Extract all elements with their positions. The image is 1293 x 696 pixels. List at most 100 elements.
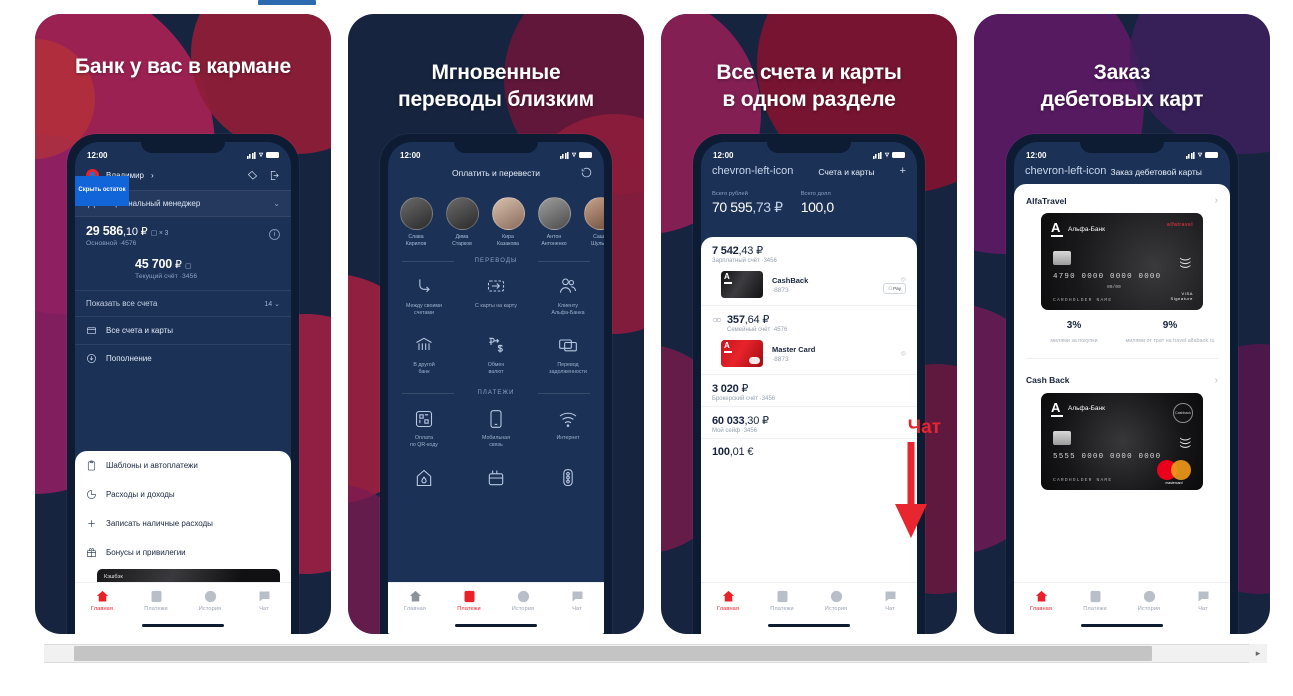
grid-item[interactable]: В другой банк bbox=[388, 325, 460, 384]
more-icon[interactable]: ◎ bbox=[883, 276, 906, 283]
account-row[interactable]: 7 542,43 ₽ Зарплатный счёт ·3456 bbox=[701, 237, 917, 268]
chevron-right-icon[interactable]: › bbox=[1215, 195, 1218, 206]
scrollbar-thumb[interactable] bbox=[74, 646, 1152, 661]
phone-screen[interactable]: 12:00 ▿ chevron-left-icon Заказ дебетово… bbox=[1014, 142, 1230, 634]
grid-item-label: В другой банк bbox=[413, 361, 435, 375]
back-button[interactable]: chevron-left-icon bbox=[1025, 166, 1106, 177]
more-icon[interactable]: ◎ bbox=[901, 350, 906, 357]
menu-item-bonuses[interactable]: Бонусы и привилегии bbox=[75, 538, 291, 567]
account-amount: 60 033,30 ₽ bbox=[712, 415, 769, 427]
tab-history[interactable]: История bbox=[1127, 589, 1171, 612]
grid-item[interactable] bbox=[388, 457, 460, 491]
grid-item[interactable] bbox=[532, 457, 604, 491]
account-row[interactable]: 357,64 ₽ Семейный счёт ·4576 bbox=[701, 305, 917, 337]
grid-item[interactable] bbox=[460, 457, 532, 491]
phone-screen[interactable]: 12:00 ▿ chevron-left-icon Счета и карты … bbox=[701, 142, 917, 634]
app-screenshot-4[interactable]: Заказ дебетовых карт 12:00 ▿ chevron-lef… bbox=[974, 14, 1270, 634]
history-circle-icon[interactable] bbox=[580, 166, 593, 179]
account-subtitle: Брокерский счёт ·3456 bbox=[712, 396, 776, 402]
add-account-button[interactable]: + bbox=[900, 166, 906, 177]
grid-item[interactable]: Оплата по QR-коду bbox=[388, 398, 460, 457]
contact-item[interactable]: Слава Кирилов bbox=[396, 197, 436, 248]
contact-name: Антон Антоненко bbox=[541, 234, 567, 247]
app-header: chevron-left-icon Заказ дебетовой карты bbox=[1014, 164, 1230, 185]
card-group-header[interactable]: Cash Back › bbox=[1014, 359, 1230, 393]
app-screenshot-1[interactable]: Банк у вас в кармане 12:00 ▿ 👤 Вл bbox=[35, 14, 331, 634]
tab-payments[interactable]: Платежи bbox=[1073, 589, 1117, 612]
hide-balance-button[interactable]: Скрыть остаток bbox=[75, 176, 129, 206]
payments-grid[interactable]: Оплата по QR-коду Мобильная связь Интернет bbox=[388, 398, 604, 491]
tab-history[interactable]: История bbox=[501, 589, 545, 612]
screenshot-gallery[interactable]: Банк у вас в кармане 12:00 ▿ 👤 Вл bbox=[0, 14, 1293, 636]
home-icon bbox=[1035, 590, 1047, 602]
tab-payments[interactable]: Платежи bbox=[447, 589, 491, 612]
contact-item[interactable]: Кира Казакова bbox=[488, 197, 528, 248]
grid-item[interactable]: Обмен валют bbox=[460, 325, 532, 384]
screen-title: Заказ дебетовой карты bbox=[1110, 166, 1202, 177]
account-primary[interactable]: 29 586,10 ₽ ▢ × 3 Основной ·4576 i bbox=[75, 217, 291, 252]
status-icons: ▿ bbox=[872, 150, 905, 159]
app-screenshot-3[interactable]: Все счета и карты в одном разделе 12:00 … bbox=[661, 14, 957, 634]
card-group-header[interactable]: AlfaTravel › bbox=[1014, 184, 1230, 213]
account-row[interactable]: 3 020 ₽ Брокерский счёт ·3456 bbox=[701, 374, 917, 406]
account-secondary[interactable]: 45 700 ₽ ▢ Текущий счёт ·3456 bbox=[75, 252, 291, 286]
chevron-down-icon[interactable]: ⌄ bbox=[273, 199, 280, 208]
show-all-accounts-row[interactable]: Показать все счета 14 ⌄ bbox=[75, 290, 291, 316]
contact-item[interactable]: Дима Старков bbox=[442, 197, 482, 248]
phone-screen[interactable]: 12:00 ▿ Оплатить и перевести Слава Кирил… bbox=[388, 142, 604, 634]
wifi-icon: ▿ bbox=[884, 150, 889, 159]
grid-item[interactable]: С карты на карту bbox=[460, 266, 532, 325]
perk-item: 9% милями от трат на travel.alfabank.ru bbox=[1122, 320, 1218, 346]
transfers-grid[interactable]: Между своими счетами С карты на карту Кли… bbox=[388, 266, 604, 385]
contact-item[interactable]: Антон Антоненко bbox=[534, 197, 574, 248]
tab-chat[interactable]: Чат bbox=[555, 589, 599, 612]
grid-item[interactable]: Клиенту Альфа-Банка bbox=[532, 266, 604, 325]
logout-icon[interactable] bbox=[269, 170, 280, 181]
tab-chat[interactable]: Чат bbox=[1181, 589, 1225, 612]
card-row[interactable]: A CashBack ·8873 ◎  Pay bbox=[701, 268, 917, 305]
menu-item-expenses[interactable]: Расходы и доходы bbox=[75, 480, 291, 509]
grid-item[interactable]: Перевод задолженности bbox=[532, 325, 604, 384]
scroll-right-button[interactable]: ▸ bbox=[1249, 644, 1267, 663]
wallet-icon bbox=[87, 327, 96, 335]
grid-item[interactable]: Между своими счетами bbox=[388, 266, 460, 325]
tab-home[interactable]: Главная bbox=[393, 589, 437, 612]
contact-name: Кира Казакова bbox=[497, 234, 519, 247]
card-chip-icon bbox=[1053, 430, 1071, 445]
menu-item-cash-expense[interactable]: Записать наличные расходы bbox=[75, 509, 291, 538]
info-icon[interactable]: i bbox=[269, 229, 280, 240]
account-row[interactable]: 100,01 € bbox=[701, 438, 917, 462]
grid-item[interactable]: Интернет bbox=[532, 398, 604, 457]
card-number: 5555 0000 0000 0000 bbox=[1053, 452, 1162, 461]
menu-item-label: Расходы и доходы bbox=[106, 490, 175, 499]
card-row[interactable]: A Master Card ·8873 ◎ bbox=[701, 337, 917, 374]
contact-item[interactable]: СашаШульга bbox=[580, 197, 604, 248]
tab-history[interactable]: История bbox=[814, 589, 858, 612]
tab-chat[interactable]: Чат bbox=[242, 589, 286, 612]
card-preview-alfatravel[interactable]: A Альфа-Банк alfatravel ))) 4790 0000 000… bbox=[1041, 213, 1203, 310]
menu-item-all-accounts[interactable]: Все счета и карты bbox=[75, 316, 291, 344]
card-preview-cashback[interactable]: A Альфа-Банк Cashback ))) 5555 0000 0000 … bbox=[1041, 392, 1203, 490]
chevron-right-icon[interactable]: › bbox=[1215, 375, 1218, 386]
card-order-sheet[interactable]: AlfaTravel › A Альфа-Банк alfatravel ))) … bbox=[1014, 184, 1230, 634]
tab-payments[interactable]: Платежи bbox=[134, 589, 178, 612]
grid-item[interactable]: Мобильная связь bbox=[460, 398, 532, 457]
alfa-logo-icon: A bbox=[724, 273, 732, 284]
tab-home[interactable]: Главная bbox=[1019, 589, 1063, 612]
tab-history[interactable]: История bbox=[188, 589, 232, 612]
phone-screen[interactable]: 12:00 ▿ 👤 Владимир › bbox=[75, 142, 291, 634]
app-screenshot-2[interactable]: Мгновенные переводы близким 12:00 ▿ Опла… bbox=[348, 14, 644, 634]
contacts-list[interactable]: СлаваКирилов ДимаСтарков КираКазакова bbox=[388, 187, 604, 252]
accounts-sheet[interactable]: 7 542,43 ₽ Зарплатный счёт ·3456 A CashB… bbox=[701, 237, 917, 634]
back-button[interactable]: chevron-left-icon bbox=[712, 166, 793, 177]
tab-home[interactable]: Главная bbox=[80, 589, 124, 612]
horizontal-scrollbar[interactable] bbox=[44, 644, 1249, 663]
tab-chat[interactable]: Чат bbox=[868, 589, 912, 612]
account-row[interactable]: 60 033,30 ₽ Мой сейф ·3456 bbox=[701, 406, 917, 438]
page-title-line1: Мгновенные bbox=[431, 61, 561, 84]
menu-item-templates[interactable]: Шаблоны и автоплатежи bbox=[75, 451, 291, 480]
tab-payments[interactable]: Платежи bbox=[760, 589, 804, 612]
menu-item-topup[interactable]: Пополнение bbox=[75, 344, 291, 372]
offers-icon[interactable] bbox=[247, 170, 258, 181]
tab-home[interactable]: Главная bbox=[706, 589, 750, 612]
